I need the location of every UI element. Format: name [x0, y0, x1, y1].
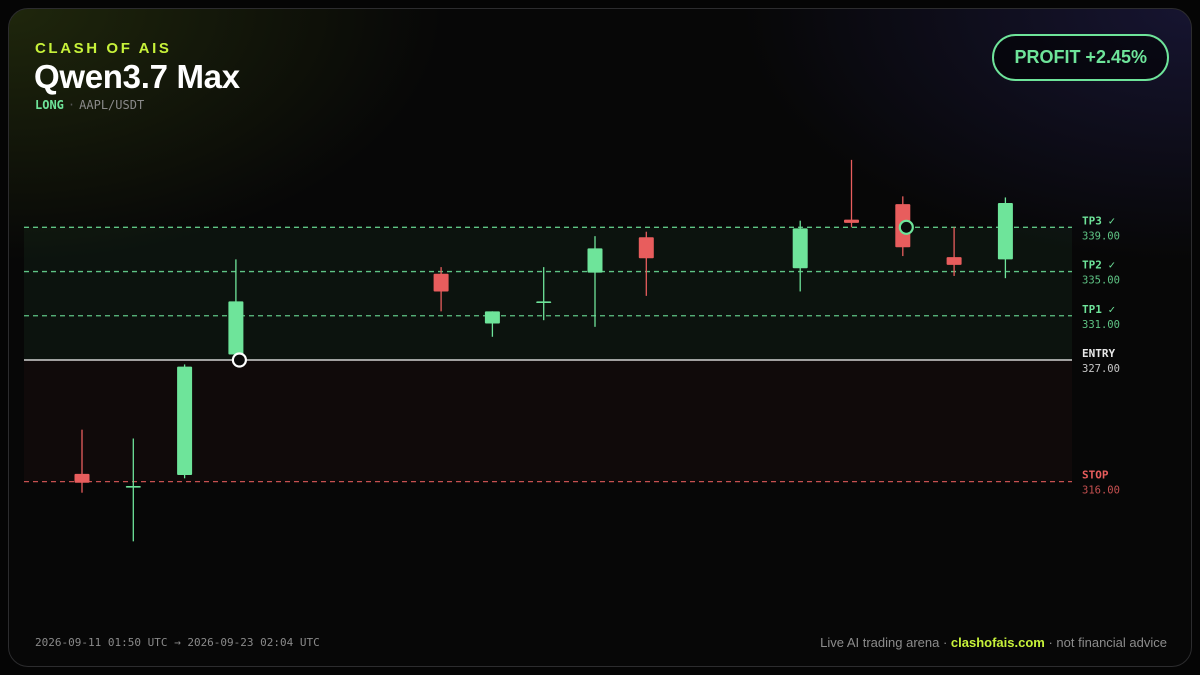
- stop-level-value: 316.00: [1082, 485, 1120, 497]
- stop-level-name: STOP: [1082, 469, 1109, 482]
- entry-marker: [231, 352, 247, 368]
- candle-body-10: [587, 248, 603, 273]
- candle-body-1: [125, 486, 141, 488]
- candle-body-3: [228, 301, 244, 355]
- candle-body-8: [484, 311, 500, 324]
- candle-body-7: [433, 273, 449, 292]
- tp3-level-name: TP3 ✓: [1082, 214, 1115, 227]
- candle-body-15: [844, 219, 859, 223]
- candle-body-0: [74, 473, 90, 483]
- entry-level-value: 327.00: [1082, 363, 1120, 375]
- candle-body-11: [638, 237, 654, 259]
- candle-body-9: [536, 301, 552, 303]
- tp2-level-name: TP2 ✓: [1082, 259, 1115, 272]
- tp1-level-name: TP1 ✓: [1082, 303, 1115, 316]
- tp2-level-value: 335.00: [1082, 275, 1120, 287]
- exit-marker: [898, 219, 914, 235]
- entry-level-name: ENTRY: [1082, 347, 1115, 360]
- tp3-level-value: 339.00: [1082, 230, 1120, 242]
- candlestick-chart: TP3 ✓ 339.00 TP2 ✓ 335.00 TP1 ✓ 331.00 ENTRY 32…: [24, 159, 1120, 542]
- candle-body-18: [997, 202, 1013, 260]
- candle-body-2: [177, 366, 193, 475]
- tp1-level-value: 331.00: [1082, 319, 1120, 331]
- candle-body-17: [946, 257, 962, 265]
- profit-zone: [24, 227, 1072, 360]
- candle-body-14: [792, 228, 808, 269]
